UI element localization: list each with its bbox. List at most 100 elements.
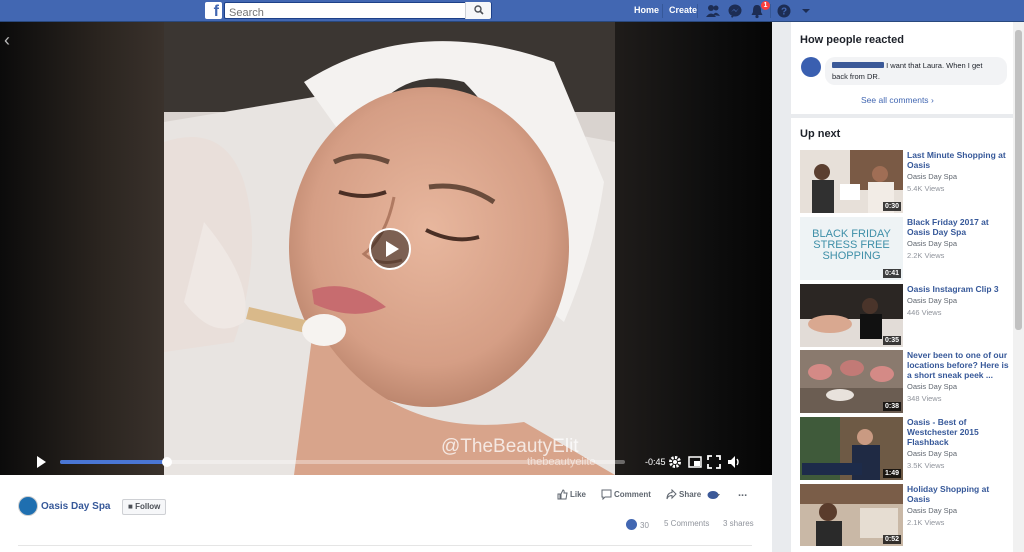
create-link[interactable]: Create <box>669 5 697 15</box>
follow-label: Follow <box>135 502 161 511</box>
video-blur-left <box>0 22 164 475</box>
video-thumbnail[interactable]: 1:49 <box>800 417 903 480</box>
account-menu-chevron-down-icon[interactable] <box>798 3 814 19</box>
messenger-icon[interactable] <box>727 3 743 19</box>
friend-requests-icon[interactable] <box>705 3 721 19</box>
thumbs-up-icon <box>557 489 568 500</box>
page-avatar-small-icon <box>707 491 720 499</box>
reactions-count-value: 30 <box>640 521 649 530</box>
svg-text:?: ? <box>781 7 787 18</box>
info-divider <box>18 545 752 546</box>
video-duration: 1:49 <box>882 469 901 478</box>
nav-divider <box>770 4 771 18</box>
fullscreen-icon[interactable] <box>707 455 721 469</box>
commenter-avatar[interactable] <box>801 57 821 77</box>
up-next-video-title[interactable]: Last Minute Shopping at Oasis <box>907 150 1011 170</box>
share-button[interactable]: Share <box>666 488 702 500</box>
video-duration: 0:38 <box>882 402 901 411</box>
follow-icon: ■ <box>128 502 133 511</box>
post-as-selector[interactable] <box>707 489 723 500</box>
search-button[interactable] <box>465 2 491 19</box>
video-duration: 0:30 <box>882 202 901 211</box>
scrollbar-thumb[interactable] <box>1015 30 1022 330</box>
redacted-commenter-name[interactable] <box>832 62 884 68</box>
up-next-channel[interactable]: Oasis Day Spa <box>907 506 957 515</box>
video-duration: 0:41 <box>882 269 901 278</box>
video-thumbnail[interactable]: BLACK FRIDAY STRESS FREE SHOPPING 0:41 <box>800 217 903 280</box>
video-thumbnail[interactable]: 0:30 <box>800 150 903 213</box>
control-play-icon[interactable] <box>36 456 46 468</box>
comment-bubble: I want that Laura. When I get back from … <box>825 57 1007 85</box>
page-avatar[interactable] <box>18 496 38 516</box>
up-next-views: 446 Views <box>907 308 942 317</box>
how-people-reacted-title: How people reacted <box>800 34 904 46</box>
follow-button[interactable]: ■ Follow <box>122 499 167 515</box>
search-input[interactable] <box>225 5 463 21</box>
time-remaining: -0:45 <box>645 457 666 467</box>
like-label: Like <box>570 490 587 499</box>
up-next-item[interactable]: 1:49 Oasis - Best of Westchester 2015 Fl… <box>800 417 1015 480</box>
up-next-item[interactable]: BLACK FRIDAY STRESS FREE SHOPPING 0:41 B… <box>800 217 1015 280</box>
facebook-logo-icon[interactable]: f <box>205 2 222 19</box>
play-button[interactable] <box>369 228 411 270</box>
search-box <box>224 2 492 21</box>
like-reaction-icon <box>626 519 637 530</box>
video-progress-fill <box>60 460 168 464</box>
up-next-video-title[interactable]: Oasis Instagram Clip 3 <box>907 284 1011 294</box>
page-name-link[interactable]: Oasis Day Spa <box>41 501 110 512</box>
up-next-video-title[interactable]: Black Friday 2017 at Oasis Day Spa <box>907 217 1011 237</box>
comment-button[interactable]: Comment <box>601 489 651 501</box>
video-thumbnail[interactable]: 0:35 <box>800 284 903 347</box>
search-icon <box>474 5 484 15</box>
video-thumbnail[interactable]: 0:38 <box>800 350 903 413</box>
up-next-title: Up next <box>800 128 841 140</box>
like-button[interactable]: Like <box>557 489 586 500</box>
back-chevron-icon[interactable]: ‹ <box>4 30 10 51</box>
home-link[interactable]: Home <box>634 5 659 15</box>
video-thumbnail[interactable]: 0:52 <box>800 484 903 546</box>
up-next-item[interactable]: 0:35 Oasis Instagram Clip 3 Oasis Day Sp… <box>800 284 1015 347</box>
see-all-label: See all comments <box>861 95 929 105</box>
video-player[interactable]: ‹ @TheBeautyElit thebeautyelite <box>0 22 772 475</box>
up-next-views: 2.1K Views <box>907 518 945 527</box>
video-duration: 0:35 <box>882 336 901 345</box>
picture-in-picture-icon[interactable] <box>688 455 702 469</box>
up-next-channel[interactable]: Oasis Day Spa <box>907 382 957 391</box>
more-options-button[interactable]: ... <box>738 487 747 499</box>
help-icon[interactable]: ? <box>776 3 792 19</box>
video-duration: 0:52 <box>882 535 901 544</box>
notification-badge: 1 <box>761 1 770 10</box>
thumbnail-text-line: SHOPPING <box>822 250 881 262</box>
up-next-views: 2.2K Views <box>907 251 945 260</box>
up-next-channel[interactable]: Oasis Day Spa <box>907 172 957 181</box>
up-next-channel[interactable]: Oasis Day Spa <box>907 296 957 305</box>
up-next-views: 5.4K Views <box>907 184 945 193</box>
video-blur-right <box>615 22 772 475</box>
up-next-views: 348 Views <box>907 394 942 403</box>
video-progress-bar[interactable] <box>60 457 625 467</box>
up-next-channel[interactable]: Oasis Day Spa <box>907 239 957 248</box>
up-next-video-title[interactable]: Oasis - Best of Westchester 2015 Flashba… <box>907 417 1011 447</box>
settings-gear-icon[interactable] <box>668 455 682 469</box>
comment-label: Comment <box>614 490 651 499</box>
top-navigation-bar: f Home Create 1 ? <box>0 0 1024 22</box>
comments-count-link[interactable]: 5 Comments <box>664 519 709 528</box>
post-info-bar: Oasis Day Spa ■ Follow Like Comment Shar… <box>0 475 772 552</box>
share-arrow-icon <box>666 488 677 500</box>
nav-divider <box>697 4 698 18</box>
share-label: Share <box>679 490 702 499</box>
up-next-item[interactable]: 0:52 Holiday Shopping at Oasis Oasis Day… <box>800 484 1015 546</box>
reactions-count[interactable]: 30 <box>626 519 649 530</box>
up-next-item[interactable]: 0:38 Never been to one of our locations … <box>800 350 1015 413</box>
up-next-item[interactable]: 0:30 Last Minute Shopping at Oasis Oasis… <box>800 150 1015 213</box>
up-next-views: 3.5K Views <box>907 461 945 470</box>
nav-divider <box>662 4 663 18</box>
see-all-comments-link[interactable]: See all comments › <box>861 95 934 105</box>
up-next-video-title[interactable]: Holiday Shopping at Oasis <box>907 484 1011 504</box>
chevron-right-icon: › <box>930 95 934 105</box>
up-next-channel[interactable]: Oasis Day Spa <box>907 449 957 458</box>
comment-bubble-icon <box>601 489 612 501</box>
up-next-video-title[interactable]: Never been to one of our locations befor… <box>907 350 1011 380</box>
volume-icon[interactable] <box>727 455 741 469</box>
shares-count-link[interactable]: 3 shares <box>723 519 754 528</box>
